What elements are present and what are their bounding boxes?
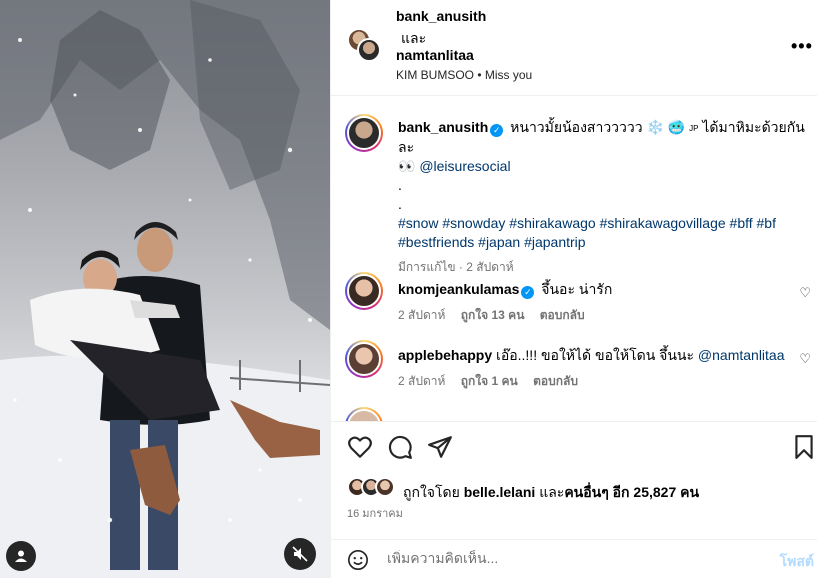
comment-like-icon[interactable]: ♡ bbox=[799, 285, 811, 301]
audio-label[interactable]: KIM BUMSOO • Miss you bbox=[396, 68, 532, 82]
post-date[interactable]: 16 มกราคม bbox=[347, 504, 403, 522]
mute-button[interactable] bbox=[284, 538, 316, 570]
share-icon[interactable] bbox=[427, 434, 453, 460]
verified-icon: ✓ bbox=[490, 124, 504, 137]
eyes-emoji: 👀 bbox=[398, 158, 416, 174]
comment-icon[interactable] bbox=[387, 434, 413, 460]
user-icon bbox=[15, 550, 27, 562]
liked-by-text[interactable]: ถูกใจโดย belle.lelani และคนอื่นๆ อีก 25,… bbox=[403, 482, 699, 504]
emoji-icon[interactable] bbox=[347, 549, 369, 571]
liked-by-user[interactable]: belle.lelani bbox=[464, 484, 536, 500]
add-comment-bar: โพสต์ bbox=[331, 539, 817, 578]
comment-like-icon[interactable]: ♡ bbox=[799, 351, 811, 367]
more-options-icon[interactable]: ••• bbox=[791, 36, 813, 57]
comment-meta: 2 สัปดาห์ ถูกใจ 13 คน ตอบกลับ bbox=[398, 306, 585, 325]
collaborator-username[interactable]: namtanlitaa bbox=[396, 47, 474, 63]
avatar[interactable] bbox=[345, 272, 383, 310]
caption-username[interactable]: bank_anusith bbox=[398, 119, 488, 135]
post-side-panel: bank_anusith และ namtanlitaa KIM BUMSOO … bbox=[330, 0, 817, 578]
caption-dot: . bbox=[398, 196, 402, 212]
liked-by-and: และ bbox=[539, 484, 565, 500]
reply-button[interactable]: ตอบกลับ bbox=[533, 374, 578, 388]
jp-flag-icon: JP bbox=[689, 124, 699, 133]
caption-text: หนาวมั้ยน้องสาววววว ❄️ 🥶 bbox=[510, 119, 686, 135]
comment-age: 2 สัปดาห์ bbox=[398, 308, 446, 322]
save-bookmark-icon[interactable] bbox=[791, 434, 817, 460]
liked-by-prefix: ถูกใจโดย bbox=[403, 484, 460, 500]
avatar[interactable] bbox=[345, 407, 383, 422]
comment-text: จึ้นอะ น่ารัก bbox=[541, 281, 613, 297]
speaker-muted-icon bbox=[292, 546, 308, 562]
avatar[interactable] bbox=[357, 38, 381, 62]
comments-list[interactable]: bank_anusith ✓ หนาวมั้ยน้องสาววววว ❄️ 🥶 J… bbox=[331, 97, 817, 422]
post-header: bank_anusith และ namtanlitaa KIM BUMSOO … bbox=[331, 0, 817, 96]
collab-avatars[interactable] bbox=[347, 28, 383, 64]
hashtags[interactable]: #bestfriends #japan #japantrip bbox=[398, 234, 586, 250]
comment-username[interactable]: knomjeankulamas bbox=[398, 281, 519, 297]
comment-text: เอ๊อ..!!! ขอให้ได้ ขอให้โดน จึ้นนะ bbox=[496, 347, 695, 363]
comment-meta: 2 สัปดาห์ ถูกใจ 1 คน ตอบกลับ bbox=[398, 372, 578, 391]
mention-link[interactable]: @namtanlitaa bbox=[698, 347, 785, 363]
comment-likes[interactable]: ถูกใจ 1 คน bbox=[461, 374, 518, 388]
reply-button[interactable]: ตอบกลับ bbox=[540, 308, 585, 322]
comment-username[interactable]: applebehappy bbox=[398, 347, 492, 363]
comment-likes[interactable]: ถูกใจ 13 คน bbox=[461, 308, 525, 322]
post-actions: ถูกใจโดย belle.lelani และคนอื่นๆ อีก 25,… bbox=[331, 421, 817, 578]
liked-by-others[interactable]: คนอื่นๆ อีก 25,827 คน bbox=[564, 484, 699, 500]
post-comment-button[interactable]: โพสต์ bbox=[780, 551, 814, 573]
comment-input[interactable] bbox=[387, 550, 747, 566]
avatar[interactable] bbox=[345, 114, 383, 152]
verified-icon: ✓ bbox=[521, 286, 535, 299]
author-username[interactable]: bank_anusith bbox=[396, 8, 486, 24]
like-heart-icon[interactable] bbox=[347, 434, 373, 460]
caption-dot: . bbox=[398, 177, 402, 193]
post-media[interactable] bbox=[0, 0, 330, 578]
caption-meta: มีการแก้ไข · 2 สัปดาห์ bbox=[398, 260, 514, 274]
avatar[interactable] bbox=[345, 340, 383, 378]
comment-age: 2 สัปดาห์ bbox=[398, 374, 446, 388]
snow-scene-image bbox=[0, 0, 330, 578]
tagged-users-button[interactable] bbox=[6, 541, 36, 571]
hashtags[interactable]: #snow #snowday #shirakawago #shirakawago… bbox=[398, 215, 776, 231]
mention-link[interactable]: @leisuresocial bbox=[419, 158, 510, 174]
